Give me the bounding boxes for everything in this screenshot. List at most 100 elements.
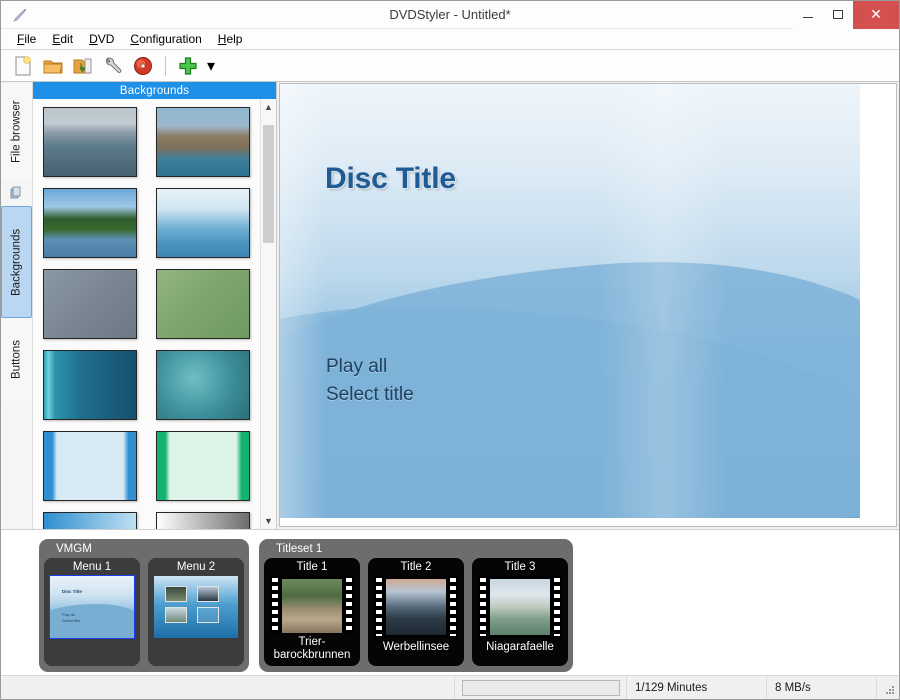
mini-disc-title: Disc Title <box>62 589 82 594</box>
backgrounds-panel-body: ▲ ▼ <box>33 99 276 529</box>
bg-thumb-green-frame[interactable] <box>156 431 250 501</box>
timeline-group-titleset-1: Titleset 1Title 1Trier-barockbrunnenTitl… <box>259 539 573 672</box>
mini-select-title: Select title <box>62 618 80 623</box>
minimize-button[interactable] <box>793 1 823 29</box>
menu-cell-2[interactable]: Menu 2 <box>148 558 244 666</box>
mini-button-4-empty <box>197 607 219 623</box>
group-items: Menu 1Disc TitlePlay allSelect titleMenu… <box>44 558 244 666</box>
menu-edit[interactable]: Edit <box>44 30 81 48</box>
backgrounds-panel: Backgrounds ▲ ▼ <box>33 82 277 529</box>
mini-button-2 <box>197 586 219 602</box>
film-perforation-right <box>554 578 560 636</box>
video-thumbnail <box>490 579 550 635</box>
cell-thumbnail[interactable] <box>154 576 238 638</box>
cell-thumbnail[interactable] <box>270 576 354 633</box>
bg-thumb-river-forest[interactable] <box>43 188 137 258</box>
bg-thumb-blue-hills[interactable] <box>156 188 250 258</box>
status-speed: 8 MB/s <box>767 676 877 699</box>
bg-thumb-sea-island[interactable] <box>43 107 137 177</box>
group-label: VMGM <box>44 541 244 558</box>
film-perforation-left <box>480 578 486 636</box>
video-thumbnail <box>386 579 446 635</box>
add-plus-icon[interactable] <box>174 52 202 80</box>
bg-thumb-teal-clouds[interactable] <box>156 350 250 420</box>
title-cell-3[interactable]: Title 3 Niagarafaelle <box>472 558 568 666</box>
menu-cell-1[interactable]: Menu 1 Disc Title Play allSelect title <box>44 558 140 666</box>
menu-button-select-title[interactable]: Select title <box>326 384 414 406</box>
dvdstyler-window: DVDStyler - Untitled* ✕ File Edit DVD Co… <box>0 0 900 700</box>
menu-help[interactable]: Help <box>210 30 251 48</box>
status-bar: 1/129 Minutes 8 MB/s <box>1 675 899 699</box>
bg-thumb-blue-gradient[interactable] <box>43 512 137 529</box>
film-perforation-right <box>450 578 456 636</box>
film-strip <box>270 576 354 633</box>
settings-wrench-icon[interactable] <box>99 52 127 80</box>
open-project-icon[interactable] <box>39 52 67 80</box>
bg-thumb-blue-frame[interactable] <box>43 431 137 501</box>
scroll-up-icon[interactable]: ▲ <box>261 99 276 115</box>
close-button[interactable]: ✕ <box>853 1 899 29</box>
backgrounds-scrollbar[interactable]: ▲ ▼ <box>260 99 276 529</box>
cell-title: Title 2 <box>401 561 432 573</box>
menu-file[interactable]: File <box>9 30 44 48</box>
window-title: DVDStyler - Untitled* <box>1 1 899 29</box>
backgrounds-panel-header: Backgrounds <box>33 82 276 99</box>
mini-play-all: Play all <box>62 612 75 617</box>
maximize-button[interactable] <box>823 1 853 29</box>
scroll-down-icon[interactable]: ▼ <box>261 513 276 529</box>
cell-title: Title 1 <box>297 561 328 573</box>
status-message <box>1 676 455 699</box>
project-timeline: VMGM Menu 1 Disc Title Play allSelect title… <box>1 529 899 675</box>
title-cell-1[interactable]: Title 1Trier-barockbrunnen <box>264 558 360 666</box>
chevron-down-icon[interactable]: ▾ <box>204 52 218 80</box>
app-brush-icon <box>7 2 33 28</box>
menu-button-play-all[interactable]: Play all <box>326 356 387 378</box>
dvd-menu-render[interactable]: Disc Title Play all Select title <box>280 84 860 518</box>
menu-bar: File Edit DVD Configuration Help <box>1 29 899 50</box>
mini-menu-render: Disc Title Play allSelect title <box>50 576 134 638</box>
video-thumbnail <box>282 579 342 633</box>
save-project-icon[interactable] <box>69 52 97 80</box>
cell-thumbnail[interactable] <box>374 576 458 638</box>
film-perforation-left <box>376 578 382 636</box>
cell-title: Menu 1 <box>73 561 111 573</box>
folder-stack-icon <box>1 180 32 206</box>
window-controls: ✕ <box>793 1 899 29</box>
title-bar: DVDStyler - Untitled* ✕ <box>1 1 899 29</box>
film-strip <box>478 576 562 638</box>
resize-grip-icon[interactable] <box>877 676 899 699</box>
bg-thumb-green-blur[interactable] <box>156 269 250 339</box>
cell-title: Title 3 <box>505 561 536 573</box>
bg-thumb-grey-gradient[interactable] <box>156 512 250 529</box>
menu-configuration[interactable]: Configuration <box>122 30 209 48</box>
scrollbar-track[interactable] <box>261 115 276 513</box>
group-items: Title 1Trier-barockbrunnenTitle 2Werbell… <box>264 558 568 666</box>
burn-disc-icon[interactable] <box>129 52 157 80</box>
bg-thumb-teal-stripes[interactable] <box>43 350 137 420</box>
sidebar-item-backgrounds[interactable]: Backgrounds <box>1 206 32 318</box>
sidebar-item-file-browser[interactable]: File browser <box>1 84 32 180</box>
menu-preview-canvas[interactable]: Disc Title Play all Select title <box>279 83 897 527</box>
cell-thumbnail[interactable]: Disc Title Play allSelect title <box>50 576 134 638</box>
status-minutes: 1/129 Minutes <box>627 676 767 699</box>
scrollbar-thumb[interactable] <box>263 125 274 243</box>
work-area: File browser Backgrounds Buttons Backgro… <box>1 82 899 529</box>
status-progress-holder <box>455 676 627 699</box>
menu-dvd[interactable]: DVD <box>81 30 122 48</box>
title-cell-2[interactable]: Title 2Werbellinsee <box>368 558 464 666</box>
background-sheen <box>599 84 727 518</box>
background-wave-front <box>280 241 860 518</box>
background-thumbnail-grid <box>33 99 260 529</box>
new-project-icon[interactable] <box>9 52 37 80</box>
group-label: Titleset 1 <box>264 541 568 558</box>
bg-thumb-grey-blur[interactable] <box>43 269 137 339</box>
sidebar-item-buttons[interactable]: Buttons <box>1 318 32 402</box>
cell-thumbnail[interactable] <box>478 576 562 638</box>
disc-title-text[interactable]: Disc Title <box>325 162 456 196</box>
bg-thumb-shipwreck[interactable] <box>156 107 250 177</box>
mini-button-1 <box>165 586 187 602</box>
film-perforation-left <box>272 578 278 633</box>
timeline-group-vmgm: VMGM Menu 1 Disc Title Play allSelect title… <box>39 539 249 672</box>
disc-usage-progressbar <box>462 680 620 696</box>
cell-caption: Niagarafaelle <box>486 641 554 654</box>
